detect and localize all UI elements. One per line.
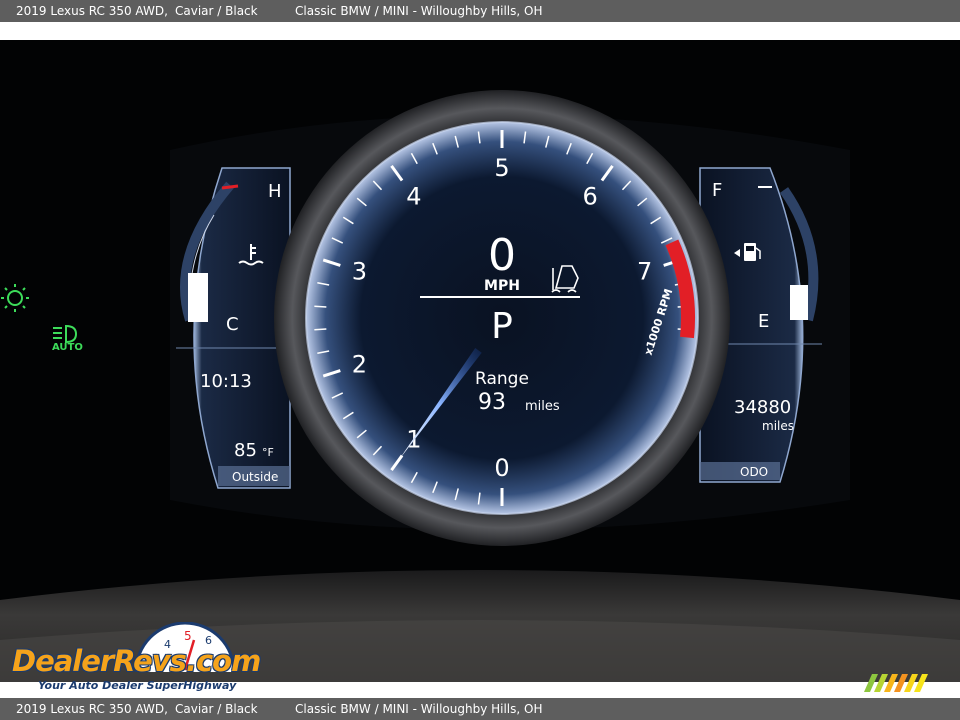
caption-car: 2019 Lexus RC 350 AWD, bbox=[16, 4, 168, 18]
tach-number-0: 0 bbox=[494, 454, 509, 482]
tach-minor-tick bbox=[314, 305, 327, 308]
caption-car-bottom: 2019 Lexus RC 350 AWD, bbox=[16, 702, 168, 716]
coolant-level-bar bbox=[188, 273, 208, 322]
caption-color-bottom: Caviar / Black bbox=[175, 702, 258, 716]
caption-dealer: Classic BMW / MINI - Willoughby Hills, O… bbox=[295, 4, 543, 18]
caption-bar-top: 2019 Lexus RC 350 AWD, Caviar / Black Cl… bbox=[0, 0, 960, 22]
caption-bar-bottom: 2019 Lexus RC 350 AWD, Caviar / Black Cl… bbox=[0, 698, 960, 720]
auto-headlight-label: AUTO bbox=[52, 342, 83, 353]
range-value: 93 bbox=[478, 390, 506, 415]
tach-minor-tick bbox=[314, 328, 327, 331]
tach-number-5: 5 bbox=[494, 154, 509, 182]
dashboard-photo: H C 10:13 85 °F Outside F E 34880 miles … bbox=[0, 40, 960, 682]
exterior-light-icon bbox=[1, 284, 29, 312]
odometer-label: ODO bbox=[740, 465, 768, 479]
tach-number-6: 6 bbox=[583, 183, 598, 211]
gear-indicator: P bbox=[491, 306, 513, 347]
odometer-unit: miles bbox=[762, 419, 794, 433]
range-label: Range bbox=[475, 369, 529, 389]
fuel-full-label: F bbox=[712, 180, 722, 201]
range-unit: miles bbox=[525, 399, 560, 414]
tach-number-3: 3 bbox=[352, 258, 367, 286]
fuel-empty-label: E bbox=[758, 311, 769, 332]
tach-number-7: 7 bbox=[637, 258, 652, 286]
caption-dealer-bottom: Classic BMW / MINI - Willoughby Hills, O… bbox=[295, 702, 543, 716]
auto-headlight-icon: AUTO bbox=[52, 324, 83, 353]
outside-temp-value: 85 bbox=[234, 440, 257, 461]
dealer-watermark: 4 5 6 DealerRevs.com Your Auto Dealer Su… bbox=[12, 622, 272, 694]
dial-digit-5: 5 bbox=[184, 629, 192, 643]
stripes-logo-icon bbox=[864, 674, 928, 692]
outside-label: Outside bbox=[232, 470, 278, 484]
temp-cold-label: C bbox=[226, 314, 239, 335]
tach-number-4: 4 bbox=[406, 183, 421, 211]
odometer-value: 34880 bbox=[734, 397, 791, 418]
speed-value: 0 bbox=[488, 230, 516, 281]
fuel-level-bar bbox=[790, 285, 808, 320]
watermark-slogan: Your Auto Dealer SuperHighway bbox=[38, 679, 237, 692]
clock-display: 10:13 bbox=[200, 371, 252, 392]
temp-hot-label: H bbox=[268, 181, 282, 202]
watermark-brand: DealerRevs.com bbox=[12, 644, 261, 678]
caption-color: Caviar / Black bbox=[175, 4, 258, 18]
speed-unit: MPH bbox=[484, 278, 520, 294]
tach-number-2: 2 bbox=[352, 350, 367, 378]
outside-temp-unit: °F bbox=[262, 446, 274, 459]
